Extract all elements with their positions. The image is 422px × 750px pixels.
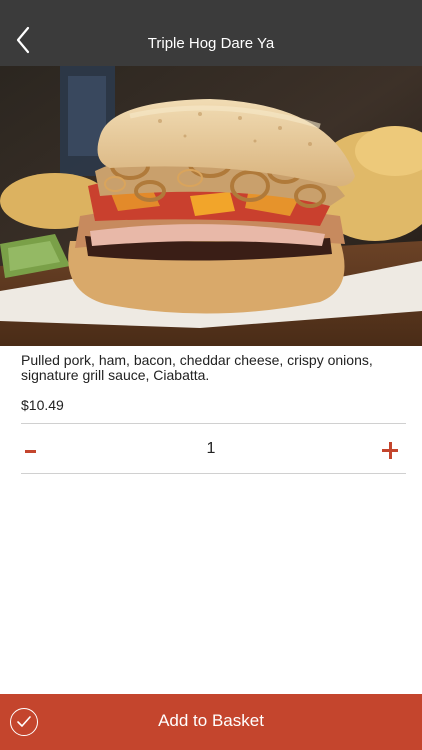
divider-bottom [21, 473, 406, 474]
product-image [0, 66, 422, 346]
page-title: Triple Hog Dare Ya [147, 35, 275, 52]
top-bar: Triple Hog Dare Ya [0, 0, 422, 66]
add-to-basket-label: Add to Basket [158, 711, 264, 730]
quantity-value: 1 [206, 440, 216, 457]
divider-top [21, 423, 406, 424]
increase-quantity-button[interactable] [380, 440, 402, 462]
add-to-basket-button[interactable]: Add to Basket [0, 694, 422, 750]
product-description: Pulled pork, ham, bacon, cheddar cheese,… [21, 352, 373, 383]
decrease-quantity-button[interactable] [22, 436, 44, 466]
product-price: $10.49 [21, 397, 64, 413]
